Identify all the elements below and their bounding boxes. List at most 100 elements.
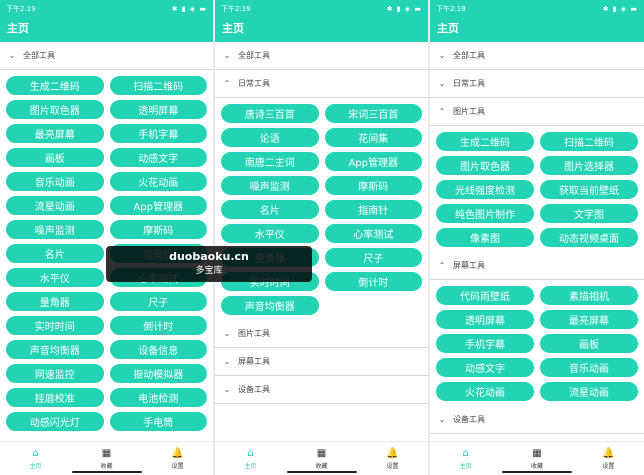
tool-button[interactable]: 尺子	[324, 248, 422, 267]
tool-button[interactable]: 像素图	[436, 228, 534, 247]
tool-button[interactable]: 纯色图片制作	[436, 204, 534, 223]
tool-button[interactable]: 图片取色器	[6, 100, 104, 119]
tool-button[interactable]: 唐诗三百首	[221, 104, 319, 123]
tool-button[interactable]: 透明屏幕	[436, 310, 534, 329]
tool-button[interactable]: 手机字幕	[109, 124, 207, 143]
section-daily-tools[interactable]: ⌃ 日常工具	[215, 70, 428, 98]
tool-button[interactable]: 尺子	[109, 292, 207, 311]
home-icon: ⌂	[247, 447, 254, 459]
tool-button[interactable]: 宋词三百首	[324, 104, 422, 123]
tool-button[interactable]: 摩斯码	[324, 176, 422, 195]
section-all-tools[interactable]: ⌄ 全部工具	[215, 42, 428, 70]
tool-button[interactable]: 论语	[221, 128, 319, 147]
tool-button[interactable]: 音乐动画	[540, 358, 638, 377]
tool-button[interactable]: 水平仪	[221, 224, 319, 243]
section-device-tools[interactable]: ⌄ 设备工具	[215, 376, 428, 404]
section-device-tools[interactable]: ⌄ 设备工具	[430, 406, 644, 434]
tool-button[interactable]: App管理器	[109, 196, 207, 215]
tool-button[interactable]: 动感闪光灯	[6, 412, 104, 431]
tool-button[interactable]: 设备信息	[109, 340, 207, 359]
bell-icon: 🔔	[386, 447, 399, 459]
tool-button[interactable]: App管理器	[324, 152, 422, 171]
nav-settings[interactable]: 🔔 设置	[142, 442, 213, 475]
tool-button[interactable]: 名片	[221, 200, 319, 219]
watermark-name: 多宝库	[195, 266, 223, 276]
tool-button[interactable]: 指南针	[324, 200, 422, 219]
tool-button[interactable]: 画板	[6, 148, 104, 167]
tool-button[interactable]: 火花动画	[109, 172, 207, 191]
tool-button[interactable]: 南唐二主词	[221, 152, 319, 171]
nav-settings[interactable]: 🔔 设置	[573, 442, 644, 475]
grid-icon: ▦	[101, 447, 112, 459]
tool-button[interactable]: 图片取色器	[436, 156, 534, 175]
tool-button[interactable]: 倒计时	[324, 272, 422, 291]
tool-button[interactable]: 流星动画	[6, 196, 104, 215]
section-title: 日常工具	[453, 79, 485, 88]
tool-button[interactable]: 花间集	[324, 128, 422, 147]
app-bar: 下午2:19 ✱ ▮ ◈ ▬ 主页	[0, 0, 213, 42]
nav-home[interactable]: ⌂ 主页	[215, 442, 286, 475]
tool-button[interactable]: 动态视频桌面	[540, 228, 638, 247]
section-all-tools[interactable]: ⌄ 全部工具	[0, 42, 213, 70]
section-screen-tools[interactable]: ⌃ 屏幕工具	[430, 252, 644, 280]
tool-button[interactable]: 火花动画	[436, 382, 534, 401]
tool-button[interactable]: 图片选择器	[540, 156, 638, 175]
tool-button[interactable]: 音乐动画	[6, 172, 104, 191]
status-bar: 下午2:19 ✱ ▮ ◈ ▬	[430, 0, 644, 17]
nav-home[interactable]: ⌂ 主页	[0, 442, 71, 475]
tool-button[interactable]: 透明屏幕	[109, 100, 207, 119]
tool-button[interactable]: 生成二维码	[436, 132, 534, 151]
tool-button[interactable]: 手电筒	[109, 412, 207, 431]
tool-button[interactable]: 手机字幕	[436, 334, 534, 353]
tool-button[interactable]: 动感文字	[436, 358, 534, 377]
tool-button[interactable]: 振动模拟器	[109, 364, 207, 383]
tool-button[interactable]: 文字图	[540, 204, 638, 223]
tool-button[interactable]: 画板	[540, 334, 638, 353]
section-daily-tools[interactable]: ⌄ 日常工具	[430, 70, 644, 98]
bell-icon: 🔔	[602, 447, 615, 459]
nav-settings[interactable]: 🔔 设置	[357, 442, 428, 475]
tool-button[interactable]: 扫描二维码	[109, 76, 207, 95]
tool-button[interactable]: 倒计时	[109, 316, 207, 335]
tool-button[interactable]: 最亮屏幕	[6, 124, 104, 143]
app-bar: 下午2:19 ✱ ▮ ◈ ▬ 主页	[215, 0, 428, 42]
tool-button[interactable]: 电池检测	[109, 388, 207, 407]
tool-button[interactable]: 光线强度检测	[436, 180, 534, 199]
grid-icon: ▦	[532, 447, 542, 459]
section-image-tools[interactable]: ⌄ 图片工具	[215, 320, 428, 348]
phone-screen-3: 下午2:19 ✱ ▮ ◈ ▬ 主页 ⌄ 全部工具 ⌄ 日常工具 ⌃ 图片工具 生…	[430, 0, 644, 475]
tool-button[interactable]: 心率测试	[324, 224, 422, 243]
home-icon: ⌂	[32, 447, 39, 459]
tool-button[interactable]: 动感文字	[109, 148, 207, 167]
watermark: duobaoku.cn 多宝库	[106, 246, 312, 282]
tool-button[interactable]: 声音均衡器	[6, 340, 104, 359]
home-icon: ⌂	[462, 447, 469, 459]
tool-button[interactable]: 水平仪	[6, 268, 104, 287]
tool-button[interactable]: 素描相机	[540, 286, 638, 305]
section-all-tools[interactable]: ⌄ 全部工具	[430, 42, 644, 70]
tool-button[interactable]: 最亮屏幕	[540, 310, 638, 329]
tool-grid: 唐诗三百首 宋词三百首 论语 花间集 南唐二主词 App管理器 噪声监测 摩斯码 名片 指南针 水平…	[215, 98, 428, 320]
tool-grid: 代码雨壁纸 素描相机 透明屏幕 最亮屏幕 手机字幕 画板 动感文字 音乐动画 火花动画 流星动画	[430, 280, 644, 406]
nav-home[interactable]: ⌂ 主页	[430, 442, 501, 475]
section-screen-tools[interactable]: ⌄ 屏幕工具	[215, 348, 428, 376]
tool-button[interactable]: 流星动画	[540, 382, 638, 401]
tool-button[interactable]: 噪声监测	[221, 176, 319, 195]
tool-button[interactable]: 获取当前壁纸	[540, 180, 638, 199]
status-time: 下午2:19	[436, 4, 466, 13]
tool-button[interactable]: 挂唇校准	[6, 388, 104, 407]
tool-button[interactable]: 名片	[6, 244, 104, 263]
tool-button[interactable]: 实时时间	[6, 316, 104, 335]
tool-button[interactable]: 噪声监测	[6, 220, 104, 239]
tool-button[interactable]: 声音均衡器	[221, 296, 319, 315]
tool-button[interactable]: 代码雨壁纸	[436, 286, 534, 305]
tool-button[interactable]: 网速监控	[6, 364, 104, 383]
tool-button[interactable]: 摩斯码	[109, 220, 207, 239]
tool-button[interactable]: 生成二维码	[6, 76, 104, 95]
bottom-nav: ⌂ 主页 ▦ 收藏 🔔 设置	[215, 441, 428, 475]
tool-button[interactable]: 量角器	[6, 292, 104, 311]
phone-screen-2: 下午2:19 ✱ ▮ ◈ ▬ 主页 ⌄ 全部工具 ⌃ 日常工具 唐诗三百首 宋词三…	[215, 0, 428, 475]
nav-label: 收藏	[530, 462, 543, 470]
section-image-tools[interactable]: ⌃ 图片工具	[430, 98, 644, 126]
tool-button[interactable]: 扫描二维码	[540, 132, 638, 151]
